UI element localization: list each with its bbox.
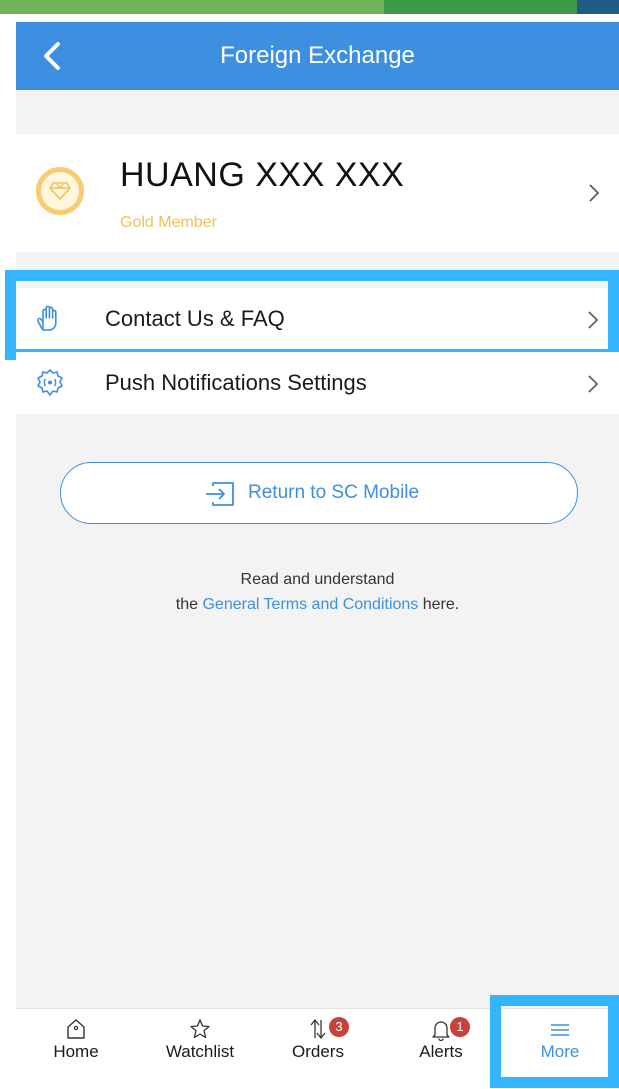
page-title: Foreign Exchange [220,42,415,69]
diamond-icon [49,182,71,200]
nav-bar: Foreign Exchange [16,22,619,90]
tab-bar: Home Watchlist 3 Orders 1 Alerts More [16,1008,619,1089]
member-name: HUANG XXX XXX [120,156,405,194]
terms-prefix: the [175,596,203,613]
home-icon [67,1019,85,1039]
tab-orders[interactable]: 3 Orders [268,1009,368,1089]
tab-label: Home [53,1042,99,1061]
exit-icon [206,482,234,506]
tab-more[interactable]: More [510,1009,610,1089]
menu-icon [551,1024,569,1036]
terms-suffix: here. [418,596,460,613]
terms-link[interactable]: General Terms and Conditions [202,596,418,613]
profile-card[interactable]: HUANG XXX XXX Gold Member [16,134,619,252]
sort-arrows-icon [310,1018,326,1040]
tab-alerts[interactable]: 1 Alerts [391,1009,491,1089]
tab-label: Orders [292,1042,344,1061]
member-tier: Gold Member [120,214,217,231]
orders-badge: 3 [329,1017,349,1037]
gear-icon [37,369,63,396]
chevron-right-icon [588,311,599,329]
star-icon [190,1019,210,1039]
tab-label: More [540,1042,580,1061]
member-badge [36,167,84,215]
tab-home[interactable]: Home [26,1009,126,1089]
hand-icon [37,305,57,331]
tab-label: Watchlist [165,1042,235,1061]
tab-watchlist[interactable]: Watchlist [150,1009,250,1089]
tab-label: Alerts [419,1042,463,1061]
menu-item-push-notifications[interactable]: Push Notifications Settings [16,352,619,414]
menu-item-label: Contact Us & FAQ [105,306,285,331]
menu-item-label: Push Notifications Settings [105,370,367,395]
return-to-sc-mobile-button[interactable]: Return to SC Mobile [60,462,578,524]
return-button-label: Return to SC Mobile [248,482,420,503]
alerts-badge: 1 [450,1017,470,1037]
chevron-right-icon [589,184,600,202]
chevron-right-icon [588,375,599,393]
menu-item-contact-faq[interactable]: Contact Us & FAQ [16,288,619,350]
terms-text-line1: Read and understand [240,571,395,588]
status-stripe [0,0,619,14]
terms-text-line2: the General Terms and Conditions here. [16,596,619,614]
